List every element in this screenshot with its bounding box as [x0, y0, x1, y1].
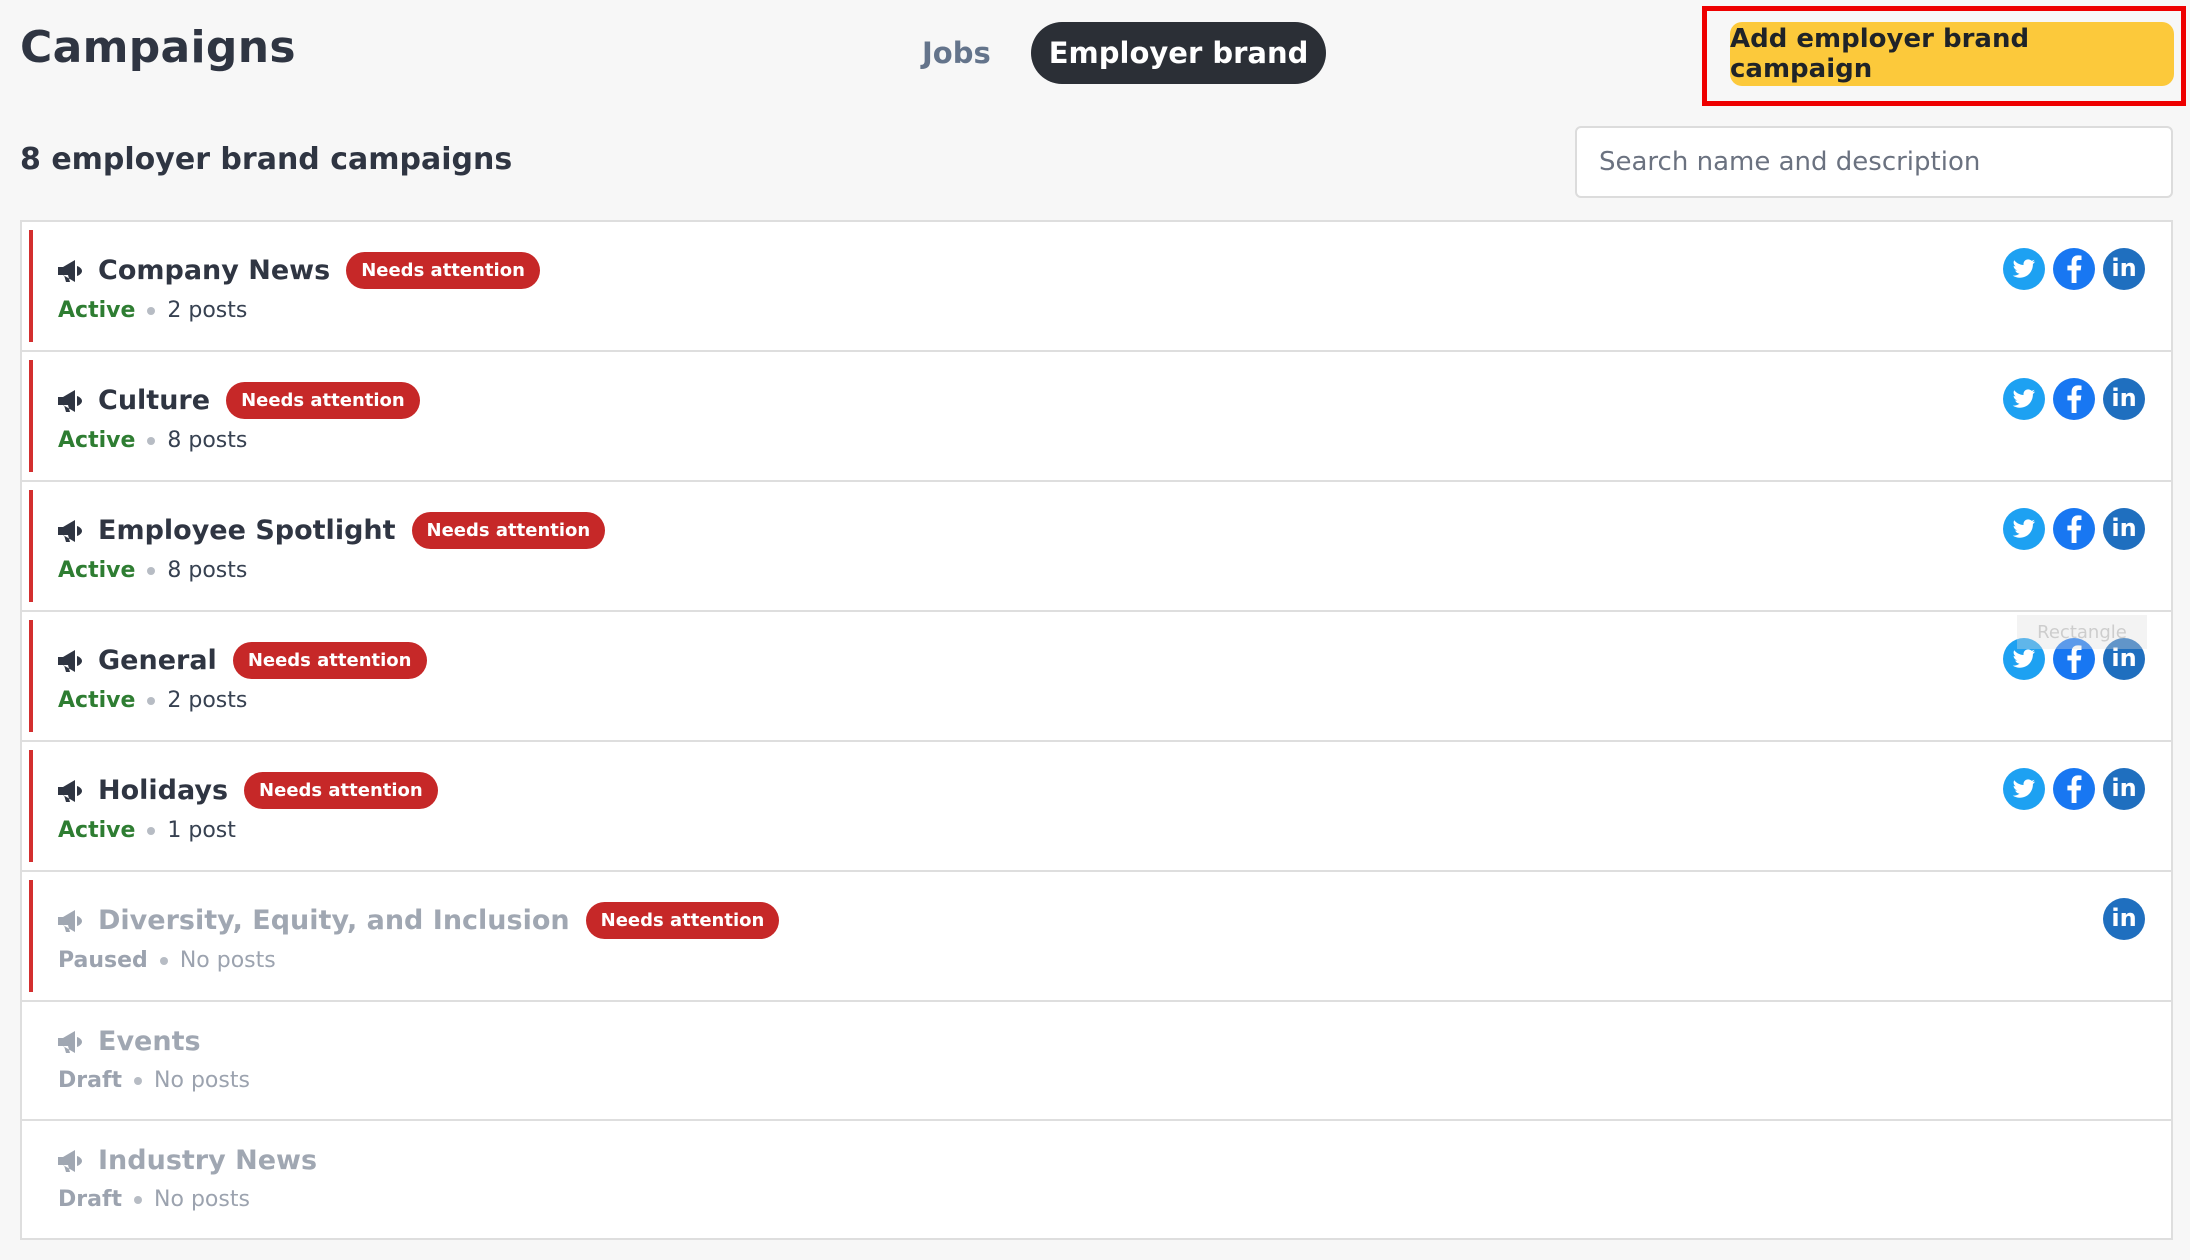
- campaign-row-culture[interactable]: Culture Needs attention Active 8 posts i…: [22, 352, 2171, 482]
- twitter-icon[interactable]: [2003, 508, 2045, 550]
- campaign-name[interactable]: General: [98, 645, 217, 676]
- facebook-icon[interactable]: [2053, 248, 2095, 290]
- post-count: 8 posts: [167, 428, 248, 453]
- channel-icons: in: [2003, 768, 2145, 810]
- campaign-status: Active: [58, 688, 136, 713]
- needs-attention-badge: Needs attention: [232, 642, 427, 679]
- post-count: 2 posts: [167, 688, 248, 713]
- post-count: 1 post: [167, 818, 236, 843]
- needs-attention-badge: Needs attention: [411, 512, 606, 549]
- campaign-row-employee-spotlight[interactable]: Employee Spotlight Needs attention Activ…: [22, 482, 2171, 612]
- post-count: No posts: [179, 948, 276, 973]
- attention-accent-bar: [29, 880, 33, 992]
- campaign-count-heading: 8 employer brand campaigns: [20, 142, 513, 177]
- tab-employer-brand[interactable]: Employer brand: [1030, 22, 1327, 84]
- ghost-tooltip: Rectangle: [2017, 615, 2147, 649]
- megaphone-icon: [56, 388, 84, 414]
- channel-icons: in: [2003, 248, 2145, 290]
- post-count: 2 posts: [167, 298, 248, 323]
- campaign-status: Draft: [58, 1187, 123, 1212]
- add-employer-brand-campaign-button[interactable]: Add employer brand campaign: [1730, 22, 2174, 86]
- post-count: No posts: [154, 1068, 250, 1093]
- separator-dot: [134, 1076, 143, 1085]
- campaign-name[interactable]: Industry News: [98, 1145, 317, 1176]
- attention-accent-bar: [29, 750, 33, 862]
- separator-dot: [134, 1195, 143, 1204]
- megaphone-icon: [56, 1029, 84, 1055]
- campaign-list: Company News Needs attention Active 2 po…: [20, 220, 2173, 1240]
- campaign-status: Paused: [58, 948, 148, 973]
- campaign-row-events[interactable]: Events Draft No posts: [22, 1002, 2171, 1121]
- megaphone-icon: [56, 648, 84, 674]
- facebook-icon[interactable]: [2053, 768, 2095, 810]
- campaign-status: Active: [58, 558, 136, 583]
- campaign-status: Draft: [58, 1068, 123, 1093]
- attention-accent-bar: [29, 490, 33, 602]
- linkedin-icon[interactable]: in: [2103, 378, 2145, 420]
- megaphone-icon: [56, 518, 84, 544]
- campaign-name[interactable]: Company News: [98, 255, 330, 286]
- linkedin-icon[interactable]: in: [2103, 768, 2145, 810]
- campaign-type-tabs: Jobs Employer brand: [900, 22, 1327, 84]
- attention-accent-bar: [29, 230, 33, 342]
- needs-attention-badge: Needs attention: [585, 902, 780, 939]
- needs-attention-badge: Needs attention: [244, 772, 438, 809]
- campaign-row-general[interactable]: General Needs attention Active 2 posts i…: [22, 612, 2171, 742]
- campaign-name[interactable]: Employee Spotlight: [98, 515, 396, 546]
- facebook-icon[interactable]: [2053, 378, 2095, 420]
- separator-dot: [147, 436, 156, 445]
- post-count: 8 posts: [167, 558, 248, 583]
- twitter-icon[interactable]: [2003, 378, 2045, 420]
- linkedin-icon[interactable]: in: [2103, 248, 2145, 290]
- campaigns-page: Campaigns Jobs Employer brand Add employ…: [0, 0, 2190, 1260]
- separator-dot: [159, 956, 168, 965]
- campaign-name[interactable]: Events: [98, 1026, 201, 1057]
- campaign-name[interactable]: Holidays: [98, 775, 228, 806]
- linkedin-icon[interactable]: in: [2103, 508, 2145, 550]
- campaign-row-industry-news[interactable]: Industry News Draft No posts: [22, 1121, 2171, 1238]
- separator-dot: [147, 826, 156, 835]
- separator-dot: [147, 306, 156, 315]
- channel-icons: in: [2003, 378, 2145, 420]
- attention-accent-bar: [29, 360, 33, 472]
- linkedin-icon[interactable]: in: [2103, 898, 2145, 940]
- campaign-status: Active: [58, 298, 136, 323]
- campaign-status: Active: [58, 428, 136, 453]
- campaign-name[interactable]: Diversity, Equity, and Inclusion: [98, 905, 570, 936]
- twitter-icon[interactable]: [2003, 248, 2045, 290]
- megaphone-icon: [56, 1148, 84, 1174]
- campaign-row-company-news[interactable]: Company News Needs attention Active 2 po…: [22, 222, 2171, 352]
- post-count: No posts: [154, 1187, 250, 1212]
- needs-attention-badge: Needs attention: [226, 382, 420, 419]
- tab-jobs[interactable]: Jobs: [900, 22, 1013, 84]
- page-title: Campaigns: [20, 22, 296, 73]
- facebook-icon[interactable]: [2053, 508, 2095, 550]
- search-input[interactable]: [1575, 126, 2173, 198]
- needs-attention-badge: Needs attention: [346, 252, 540, 289]
- separator-dot: [147, 696, 156, 705]
- separator-dot: [147, 566, 156, 575]
- megaphone-icon: [56, 908, 84, 934]
- megaphone-icon: [56, 258, 84, 284]
- channel-icons: in: [2103, 898, 2145, 940]
- campaign-row-holidays[interactable]: Holidays Needs attention Active 1 post i…: [22, 742, 2171, 872]
- channel-icons: in: [2003, 508, 2145, 550]
- campaign-status: Active: [58, 818, 136, 843]
- megaphone-icon: [56, 778, 84, 804]
- twitter-icon[interactable]: [2003, 768, 2045, 810]
- campaign-row-diversity-equity-inclusion[interactable]: Diversity, Equity, and Inclusion Needs a…: [22, 872, 2171, 1002]
- attention-accent-bar: [29, 620, 33, 732]
- campaign-name[interactable]: Culture: [98, 385, 210, 416]
